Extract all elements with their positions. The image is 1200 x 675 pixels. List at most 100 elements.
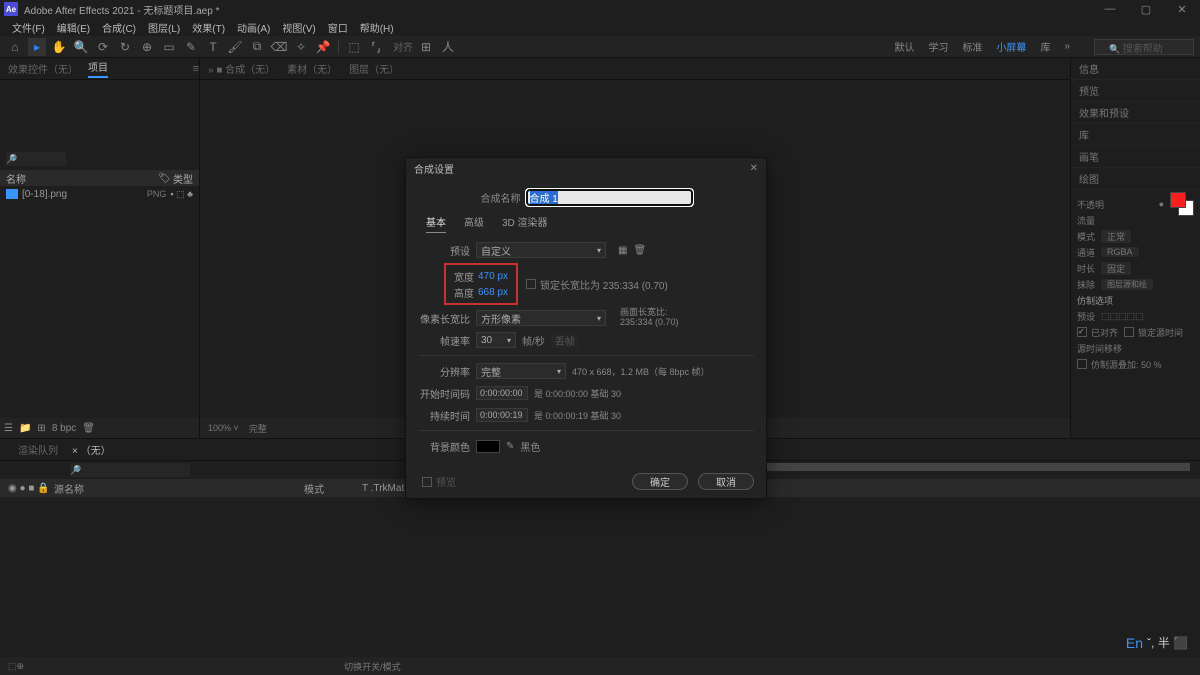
roto-tool-icon[interactable]: ✧ — [292, 38, 310, 56]
workspace-default[interactable]: 默认 — [894, 39, 914, 54]
workspace-standard[interactable]: 标准 — [962, 39, 982, 54]
col-name[interactable]: 名称 — [6, 171, 26, 186]
resolution-dropdown[interactable]: 完整▾ — [476, 363, 566, 379]
foreground-color[interactable] — [1170, 192, 1186, 208]
preset-save-icon[interactable]: ▦ — [618, 245, 627, 256]
menu-effect[interactable]: 效果(T) — [188, 20, 229, 35]
orbit-tool-icon[interactable]: ⟳ — [94, 38, 112, 56]
menu-animation[interactable]: 动画(A) — [233, 20, 274, 35]
eraser-tool-icon[interactable]: ⌫ — [270, 38, 288, 56]
dialog-tab-basic[interactable]: 基本 — [426, 214, 446, 233]
preview-checkbox[interactable] — [422, 477, 432, 487]
trash-icon[interactable]: 🗑 — [82, 423, 95, 434]
col-mode[interactable]: 模式 — [304, 481, 362, 496]
menu-edit[interactable]: 编辑(E) — [53, 20, 94, 35]
col-type[interactable]: 🏷 类型 — [158, 171, 193, 186]
toggle-switches-button[interactable]: 切换开关/模式 — [344, 660, 401, 673]
tab-project[interactable]: 项目 — [88, 59, 108, 78]
anchor-tool-icon[interactable]: ⊕ — [138, 38, 156, 56]
menu-file[interactable]: 文件(F) — [8, 20, 49, 35]
dialog-tab-advanced[interactable]: 高级 — [464, 214, 484, 233]
par-dropdown[interactable]: 方形像素▾ — [476, 310, 606, 326]
menu-layer[interactable]: 图层(L) — [144, 20, 184, 35]
dialog-tab-3d[interactable]: 3D 渲染器 — [502, 214, 548, 233]
home-icon[interactable]: ⌂ — [6, 38, 24, 56]
viewer-tab-layer[interactable]: 图层（无） — [349, 61, 399, 76]
resolution-dropdown[interactable]: 完整 — [249, 422, 267, 435]
tab-timeline-none[interactable]: × （无） — [72, 442, 111, 457]
minimize-button[interactable]: — — [1092, 0, 1128, 18]
menu-view[interactable]: 视图(V) — [278, 20, 319, 35]
preset-icons[interactable]: ⬚⬚⬚⬚⬚ — [1101, 311, 1144, 322]
snap-opt-icon[interactable]: ⊞ — [417, 38, 435, 56]
bgcolor-swatch[interactable] — [476, 440, 500, 453]
color-swatches[interactable] — [1170, 192, 1194, 216]
rotate-tool-icon[interactable]: ↻ — [116, 38, 134, 56]
panel-menu-icon[interactable]: ≡ — [193, 63, 199, 75]
puppet-tool-icon[interactable]: 📌 — [314, 38, 332, 56]
fps-dropdown[interactable]: 30▾ — [476, 332, 516, 348]
col-source-name[interactable]: 源名称 — [54, 481, 304, 496]
duration-value[interactable]: 固定 — [1101, 262, 1131, 275]
height-value[interactable]: 668 px — [478, 287, 508, 298]
project-search-input[interactable] — [6, 152, 66, 166]
viewer-tab-footage[interactable]: 素材（无） — [287, 61, 337, 76]
workspace-more-icon[interactable]: » — [1064, 41, 1070, 52]
tl-footer-icon2[interactable]: ⊕ — [17, 661, 25, 672]
panel-paint[interactable]: 绘图 — [1071, 168, 1200, 190]
dialog-titlebar[interactable]: 合成设置 ✕ — [406, 158, 766, 178]
bpc-button[interactable]: 8 bpc — [52, 423, 76, 434]
tl-footer-icon1[interactable]: ⬚ — [8, 661, 17, 672]
dialog-close-icon[interactable]: ✕ — [750, 163, 758, 174]
type-tool-icon[interactable]: T — [204, 38, 222, 56]
preset-delete-icon[interactable]: 🗑 — [633, 245, 646, 256]
interpret-icon[interactable]: ☰ — [4, 423, 13, 434]
preset-dropdown[interactable]: 自定义▾ — [476, 242, 606, 258]
hand-tool-icon[interactable]: ✋ — [50, 38, 68, 56]
cancel-button[interactable]: 取消 — [698, 473, 754, 490]
menu-help[interactable]: 帮助(H) — [356, 20, 398, 35]
snap-icon[interactable]: ⬚ — [345, 38, 363, 56]
panel-library[interactable]: 库 — [1071, 124, 1200, 146]
clone-tool-icon[interactable]: ⧉ — [248, 38, 266, 56]
timeline-search-input[interactable] — [70, 463, 190, 477]
workspace-small[interactable]: 小屏幕 — [996, 39, 1026, 54]
new-folder-icon[interactable]: 📁 — [19, 423, 31, 434]
menu-window[interactable]: 窗口 — [324, 20, 352, 35]
locktime-checkbox[interactable] — [1124, 327, 1134, 337]
lock-aspect-checkbox[interactable] — [526, 279, 536, 289]
start-tc-input[interactable] — [476, 386, 528, 400]
pen-tool-icon[interactable]: ✎ — [182, 38, 200, 56]
zoom-tool-icon[interactable]: 🔍 — [72, 38, 90, 56]
tab-render-queue[interactable]: 渲染队列 — [18, 442, 58, 457]
workspace-library[interactable]: 库 — [1040, 39, 1050, 54]
zoom-dropdown[interactable]: 100% ˅ — [208, 423, 239, 433]
tab-effect-controls[interactable]: 效果控件（无） — [8, 61, 78, 76]
panel-effects-presets[interactable]: 效果和预设 — [1071, 102, 1200, 124]
viewer-tab-flow[interactable]: » ■ 合成（无） — [208, 61, 275, 76]
menu-composition[interactable]: 合成(C) — [98, 20, 140, 35]
width-value[interactable]: 470 px — [478, 271, 508, 282]
mode-value[interactable]: 正常 — [1101, 230, 1131, 243]
aligned-checkbox[interactable] — [1077, 327, 1087, 337]
duration-input[interactable] — [476, 408, 528, 422]
snap2-icon[interactable]: ⸢⸥ — [367, 38, 385, 56]
erase-value[interactable]: 图层源和绘 — [1101, 279, 1153, 290]
comp-name-input[interactable] — [527, 190, 692, 205]
new-comp-icon[interactable]: ⊞ — [37, 423, 45, 434]
selection-tool-icon[interactable]: ▸ — [28, 38, 46, 56]
clonediff-checkbox[interactable] — [1077, 359, 1087, 369]
workspace-learn[interactable]: 学习 — [928, 39, 948, 54]
panel-preview[interactable]: 预览 — [1071, 80, 1200, 102]
eyedropper-icon[interactable]: ✎ — [506, 441, 514, 452]
snap-opt2-icon[interactable]: 人 — [439, 38, 457, 56]
channel-value[interactable]: RGBA — [1101, 247, 1139, 257]
maximize-button[interactable]: ▢ — [1128, 0, 1164, 18]
brush-tool-icon[interactable]: 🖌 — [226, 38, 244, 56]
project-item-row[interactable]: [0-18].png PNG ▪ ⬚ ♣ — [0, 186, 199, 202]
ok-button[interactable]: 确定 — [632, 473, 688, 490]
rect-tool-icon[interactable]: ▭ — [160, 38, 178, 56]
panel-info[interactable]: 信息 — [1071, 58, 1200, 80]
panel-brushes[interactable]: 画笔 — [1071, 146, 1200, 168]
help-search-input[interactable]: 🔍 搜索帮助 — [1094, 39, 1194, 55]
